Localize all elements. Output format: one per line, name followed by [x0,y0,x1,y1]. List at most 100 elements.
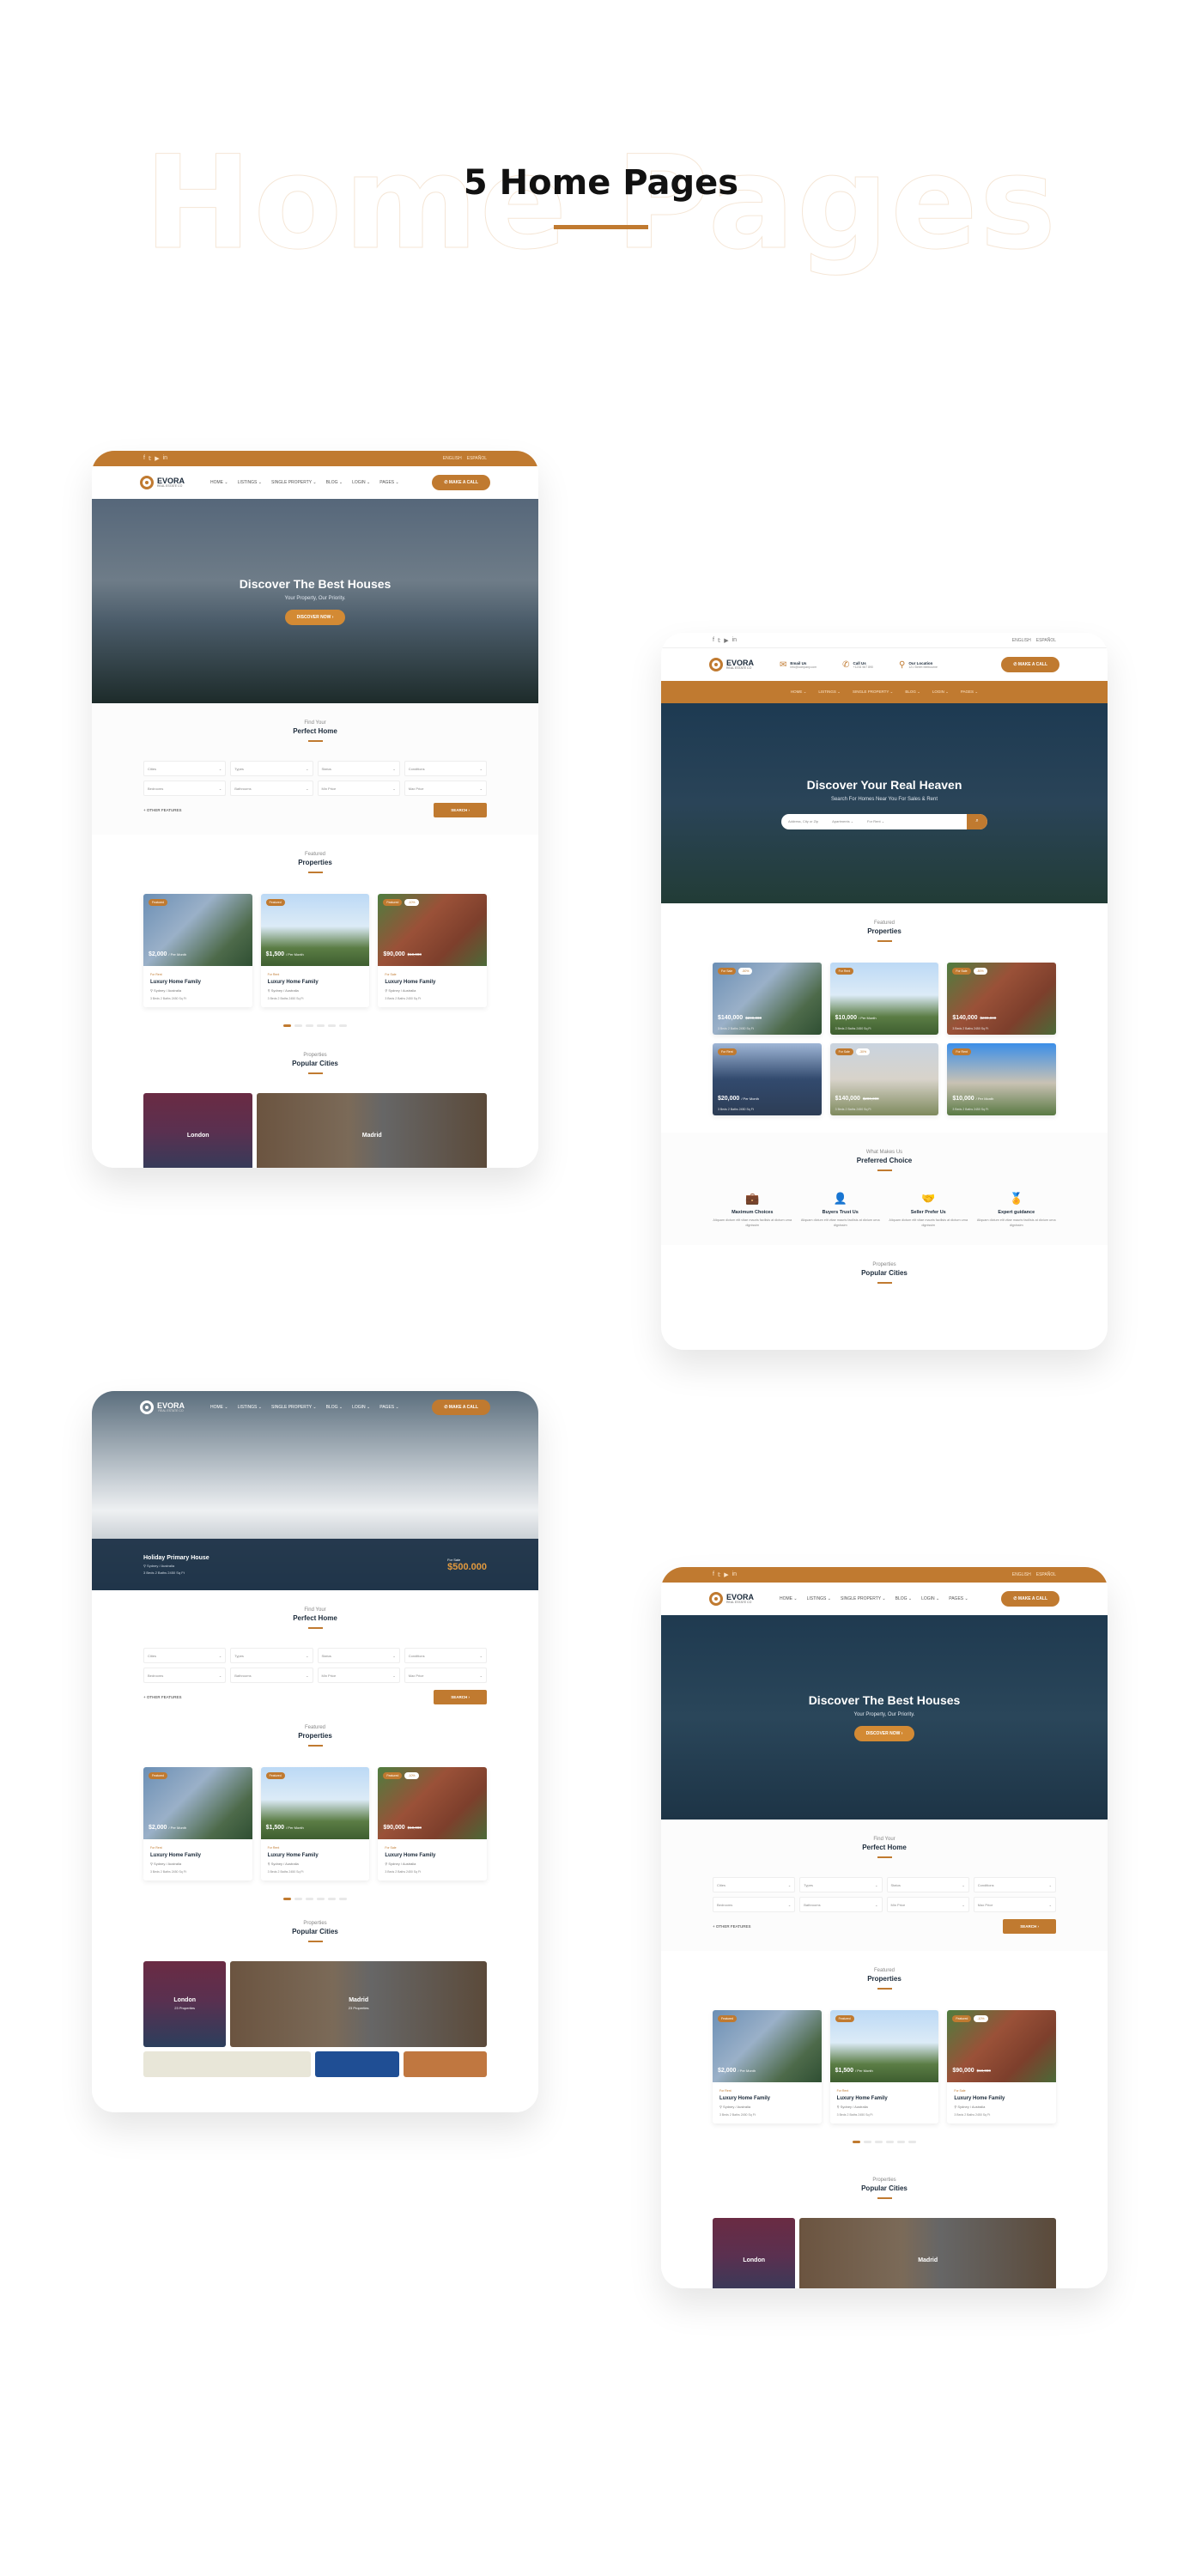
city-card-london[interactable]: London [713,2217,796,2288]
bathrooms-select[interactable]: Bathrooms ⌄ [230,781,313,796]
lang-espanol[interactable]: ESPAÑOL [467,456,487,461]
facebook-icon[interactable]: f [713,637,714,644]
nav-blog[interactable]: BLOG ⌄ [895,1596,912,1601]
logo[interactable]: EVORA REAL ESTATE CO [140,476,185,489]
carousel-dot[interactable] [283,1024,291,1027]
nav-pages[interactable]: PAGES ⌄ [961,690,978,695]
lang-english[interactable]: ENGLISH [443,456,462,461]
carousel-dot[interactable] [339,1898,347,1900]
bathrooms-select[interactable]: Bathrooms ⌄ [230,1668,313,1683]
showcase-title[interactable]: Holiday Primary House [143,1555,209,1561]
cities-select[interactable]: Cities ⌄ [143,761,227,776]
cities-select[interactable]: Cities ⌄ [143,1648,227,1663]
property-card[interactable]: For Rent $20,000/ Per Month 3 Beds 2 Baths… [713,1043,822,1115]
carousel-dot[interactable] [886,2141,894,2143]
card-title[interactable]: Luxury Home Family [268,1853,363,1858]
property-card[interactable]: Featured $1,500/ Per Month For Rent Luxury … [260,1767,370,1880]
nav-login[interactable]: LOGIN ⌄ [932,690,949,695]
lang-espanol[interactable]: ESPAÑOL [1036,638,1056,643]
max-price-select[interactable]: Max Price ⌄ [973,1897,1056,1912]
linkedin-icon[interactable]: in [732,637,737,644]
nav-single-property[interactable]: SINGLE PROPERTY ⌄ [271,1405,317,1410]
search-button[interactable]: SEARCH › [434,803,487,817]
card-title[interactable]: Luxury Home Family [385,980,480,985]
nav-listings[interactable]: LISTINGS ⌄ [238,1405,262,1410]
max-price-select[interactable]: Max Price ⌄ [404,781,487,796]
card-title[interactable]: Luxury Home Family [837,2096,932,2101]
carousel-dot[interactable] [317,1024,325,1027]
discover-now-button[interactable]: DISCOVER NOW › [284,610,346,625]
property-card[interactable]: Featured -10% $90,000 $10,000 For Sale Luxury… [378,894,487,1007]
card-title[interactable]: Luxury Home Family [719,2096,815,2101]
make-a-call-button[interactable]: ✆ MAKE A CALL [1001,1591,1059,1607]
nav-listings[interactable]: LISTINGS ⌄ [818,690,841,695]
carousel-dot[interactable] [897,2141,905,2143]
lang-espanol[interactable]: ESPAÑOL [1036,1572,1056,1577]
youtube-icon[interactable]: ▶ [155,455,159,462]
facebook-icon[interactable]: f [143,455,145,462]
youtube-icon[interactable]: ▶ [724,1571,728,1578]
nav-listings[interactable]: LISTINGS ⌄ [807,1596,831,1601]
make-a-call-button[interactable]: ✆ MAKE A CALL [432,475,490,490]
nav-home[interactable]: HOME ⌄ [780,1596,798,1601]
carousel-dot[interactable] [328,1024,336,1027]
nav-pages[interactable]: PAGES ⌄ [949,1596,968,1601]
search-button[interactable]: SEARCH › [434,1690,487,1704]
types-select[interactable]: Types ⌄ [230,761,313,776]
other-features-toggle[interactable]: + OTHER FEATURES [143,1695,182,1699]
logo[interactable]: EVORA REAL ESTATE CO [709,1592,754,1606]
city-card-london[interactable]: London [143,1092,253,1168]
carousel-dot[interactable] [306,1898,313,1900]
property-card[interactable]: For Sale -30% $140,000 $200,000 3 Beds 2 Bat… [829,1043,939,1115]
card-title[interactable]: Luxury Home Family [385,1853,480,1858]
carousel-dot[interactable] [306,1024,313,1027]
property-card[interactable]: For Sale -50% $140,000 $200,000 3 Beds 2 Bat… [947,963,1056,1035]
city-card[interactable] [143,2050,311,2077]
types-select[interactable]: Types ⌄ [799,1877,883,1893]
carousel-dot[interactable] [283,1898,291,1900]
nav-single-property[interactable]: SINGLE PROPERTY ⌄ [271,480,317,485]
lang-english[interactable]: ENGLISH [1012,1572,1031,1577]
carousel-dot[interactable] [328,1898,336,1900]
nav-login[interactable]: LOGIN ⌄ [921,1596,939,1601]
carousel-dot[interactable] [339,1024,347,1027]
twitter-icon[interactable]: 𝕥 [718,1571,720,1578]
logo[interactable]: EVORA REAL ESTATE CO [140,1400,185,1414]
carousel-dot[interactable] [875,2141,883,2143]
property-card[interactable]: Featured $2,000/ Per Month For Rent Luxury … [143,1767,252,1880]
max-price-select[interactable]: Max Price ⌄ [404,1668,487,1683]
bedrooms-select[interactable]: Bedrooms ⌄ [143,781,227,796]
status-select[interactable]: Status ⌄ [886,1877,969,1893]
nav-home[interactable]: HOME ⌄ [791,690,807,695]
search-button[interactable]: SEARCH › [1003,1919,1056,1934]
property-card[interactable]: For Sale -50% $140,000 $200,000 3 Beds 2 Bat… [713,963,822,1035]
carousel-dot[interactable] [317,1898,325,1900]
property-card[interactable]: Featured -10% $90,000 $10,000 For Sale Luxury… [947,2010,1056,2123]
facebook-icon[interactable]: f [713,1571,714,1578]
property-card[interactable]: For Rent $10,000/ Per Month 3 Beds 2 Baths… [829,963,939,1035]
mode-select[interactable]: For Rent ⌄ [860,819,891,823]
status-select[interactable]: Status ⌄ [317,761,400,776]
youtube-icon[interactable]: ▶ [724,637,728,644]
property-card[interactable]: Featured -10% $90,000 $10,000 For Sale Luxury… [378,1767,487,1880]
city-card-madrid[interactable]: Madrid [257,1092,487,1168]
other-features-toggle[interactable]: + OTHER FEATURES [143,808,182,812]
city-card[interactable] [403,2050,487,2077]
type-select[interactable]: Apartments ⌄ [825,819,860,823]
nav-listings[interactable]: LISTINGS ⌄ [238,480,262,485]
nav-blog[interactable]: BLOG ⌄ [326,1405,343,1410]
bathrooms-select[interactable]: Bathrooms ⌄ [799,1897,883,1912]
property-card[interactable]: For Rent $10,000/ Per Month 3 Beds 2 Baths… [947,1043,1056,1115]
discover-now-button[interactable]: DISCOVER NOW › [853,1726,915,1741]
carousel-dot[interactable] [853,2141,860,2143]
linkedin-icon[interactable]: in [732,1571,737,1578]
carousel-dot[interactable] [294,1024,302,1027]
nav-login[interactable]: LOGIN ⌄ [352,1405,370,1410]
nav-blog[interactable]: BLOG ⌄ [326,480,343,485]
other-features-toggle[interactable]: + OTHER FEATURES [713,1924,751,1929]
twitter-icon[interactable]: 𝕥 [718,637,720,644]
types-select[interactable]: Types ⌄ [230,1648,313,1663]
nav-blog[interactable]: BLOG ⌄ [905,690,920,695]
carousel-dot[interactable] [294,1898,302,1900]
carousel-dot[interactable] [864,2141,871,2143]
